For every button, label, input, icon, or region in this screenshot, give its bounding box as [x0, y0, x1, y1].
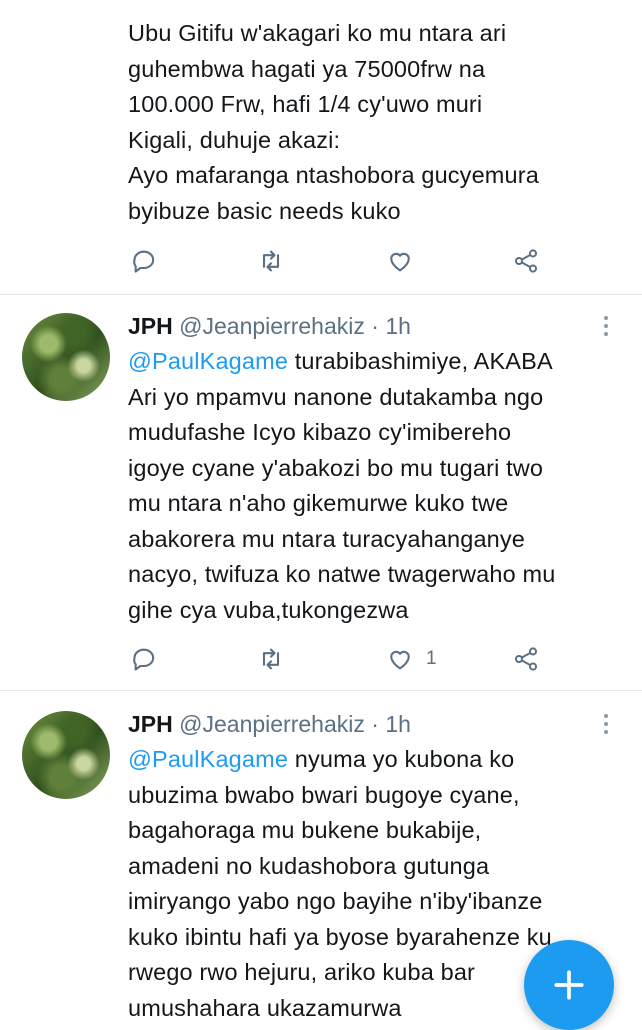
avatar[interactable] [22, 711, 110, 799]
like-icon [390, 650, 410, 670]
retweet-icon [262, 648, 280, 670]
reply-icon [133, 250, 155, 273]
tweet-2[interactable]: JPH @Jeanpierrehakiz · 1h @PaulKagame tu… [0, 295, 642, 690]
retweet-button[interactable] [257, 641, 285, 677]
compose-plus-icon [554, 970, 584, 1000]
retweet-icon [262, 250, 280, 272]
more-icon[interactable] [596, 312, 616, 342]
mention-link[interactable]: @PaulKagame [128, 746, 288, 772]
user-handle[interactable]: @Jeanpierrehakiz [179, 711, 365, 737]
like-button[interactable] [386, 243, 426, 279]
display-name[interactable]: JPH [128, 711, 173, 737]
tweet-body: turabibashimiye, AKABA Ari yo mpamvu nan… [128, 348, 556, 623]
header-separator: · [371, 313, 379, 339]
user-handle[interactable]: @Jeanpierrehakiz [179, 313, 365, 339]
tweet-body: nyuma yo kubona ko ubuzima bwabo bwari b… [128, 746, 552, 1021]
reply-icon [133, 648, 155, 671]
reply-button[interactable] [131, 243, 159, 279]
mention-link[interactable]: @PaulKagame [128, 348, 288, 374]
compose-tweet-button[interactable] [524, 940, 614, 1030]
tweet-time[interactable]: 1h [385, 711, 411, 737]
share-icon [514, 249, 538, 273]
share-button[interactable] [512, 243, 540, 279]
tweet-header: JPH @Jeanpierrehakiz · 1h [128, 311, 411, 341]
like-icon [390, 252, 410, 272]
retweet-button[interactable] [257, 243, 285, 279]
like-button[interactable]: 1 [386, 641, 437, 677]
header-separator: · [371, 711, 379, 737]
reply-button[interactable] [131, 641, 159, 677]
display-name[interactable]: JPH [128, 313, 173, 339]
share-icon [514, 647, 538, 671]
tweet-actions: 1 [0, 641, 642, 677]
more-icon[interactable] [596, 710, 616, 740]
avatar[interactable] [22, 313, 110, 401]
share-button[interactable] [512, 641, 540, 677]
tweet-actions [0, 243, 642, 279]
tweet-text: Ubu Gitifu w'akagari ko mu ntara ari guh… [128, 20, 539, 224]
tweet-header: JPH @Jeanpierrehakiz · 1h [128, 709, 411, 739]
tweet-text: @PaulKagame turabibashimiye, AKABA Ari y… [128, 344, 608, 628]
tweet-time[interactable]: 1h [385, 313, 411, 339]
like-count: 1 [426, 648, 437, 669]
tweet-1[interactable]: Ubu Gitifu w'akagari ko mu ntara ari guh… [0, 0, 642, 296]
